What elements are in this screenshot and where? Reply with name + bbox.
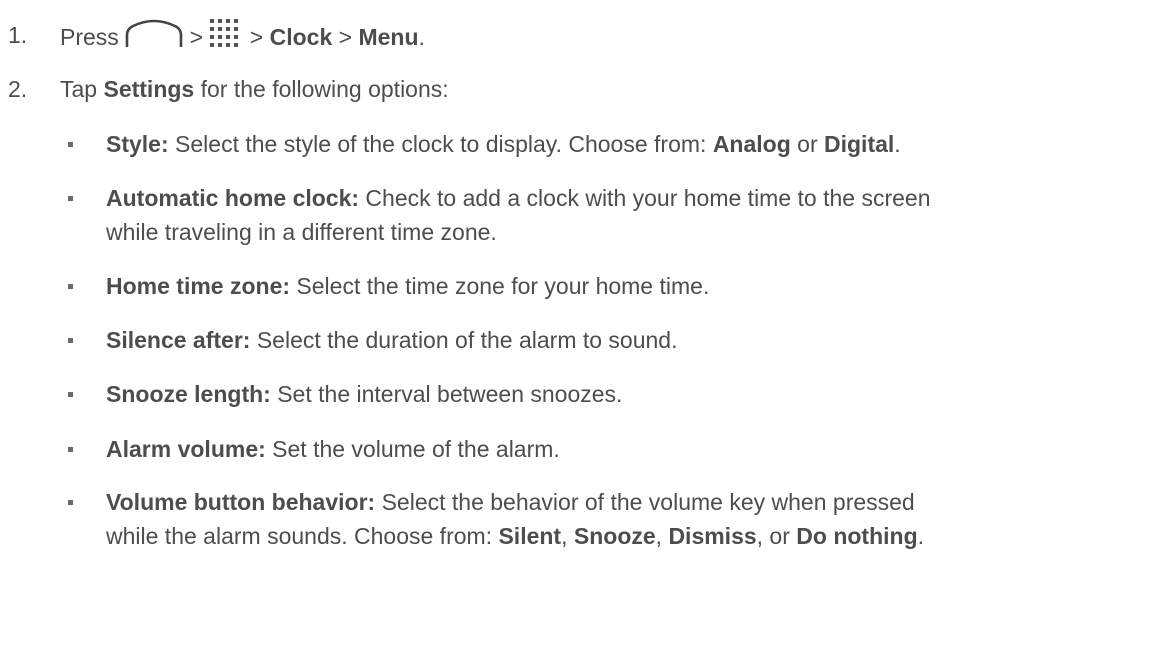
option-term: Volume button behavior: <box>106 489 376 515</box>
tap-word: Tap <box>60 76 98 102</box>
separator: > <box>249 24 264 51</box>
option-desc: Select the duration of the alarm to soun… <box>250 327 678 353</box>
bullet-icon <box>68 392 73 397</box>
bullet-icon <box>68 447 73 452</box>
separator: , <box>655 523 669 549</box>
option-text: Home time zone: Select the time zone for… <box>106 269 1156 303</box>
option-term: Automatic home clock: <box>106 185 360 211</box>
bullet-icon <box>68 500 73 505</box>
document-page: 1. Press > > Clock > Menu. 2. Tap Settin… <box>0 0 1164 651</box>
period: . <box>917 523 925 549</box>
option-desc: Select the behavior of the volume key wh… <box>375 489 915 515</box>
option-term: Home time zone: <box>106 273 291 299</box>
option-desc: Set the interval between snoozes. <box>270 381 623 407</box>
option-desc: Set the volume of the alarm. <box>265 436 560 462</box>
step-number: 2. <box>8 76 28 102</box>
bullet-icon <box>68 338 73 343</box>
home-icon <box>125 18 183 54</box>
menu-label: Menu <box>358 24 419 51</box>
clock-label: Clock <box>269 24 333 51</box>
option-term: Alarm volume: <box>106 436 266 462</box>
option-text: Style: Select the style of the clock to … <box>106 127 1156 161</box>
period: . <box>894 131 901 157</box>
step-text: Press > > Clock > Menu. <box>60 18 425 57</box>
bullet-icon <box>68 196 73 201</box>
period: . <box>418 24 425 51</box>
option-text: Snooze length: Set the interval between … <box>106 377 1156 411</box>
option-text: Volume button behavior: Select the behav… <box>106 485 1156 553</box>
step-text: Tap Settings for the following options: <box>60 75 449 103</box>
apps-grid-icon <box>209 18 243 54</box>
step-rest: for the following options: <box>200 76 449 102</box>
option-text: Alarm volume: Set the volume of the alar… <box>106 432 1156 466</box>
choice-silent: Silent <box>498 523 562 549</box>
option-text: Automatic home clock: Check to add a clo… <box>106 181 1156 249</box>
choice-dismiss: Dismiss <box>668 523 757 549</box>
option-desc: while traveling in a different time zone… <box>106 219 497 245</box>
settings-label: Settings <box>103 76 195 102</box>
step-number: 1. <box>8 22 28 48</box>
option-term: Style: <box>106 131 169 157</box>
separator: , or <box>756 523 797 549</box>
press-word: Press <box>60 24 119 51</box>
separator: > <box>189 24 204 51</box>
option-desc: Select the time zone for your home time. <box>290 273 710 299</box>
separator: , <box>561 523 574 549</box>
option-desc: or <box>790 131 824 157</box>
choice-analog: Analog <box>712 131 791 157</box>
bullet-icon <box>68 284 73 289</box>
option-desc: while the alarm sounds. Choose from: <box>106 523 499 549</box>
bullet-icon <box>68 142 73 147</box>
choice-do-nothing: Do nothing <box>796 523 918 549</box>
option-term: Silence after: <box>106 327 251 353</box>
option-term: Snooze length: <box>106 381 271 407</box>
option-desc: Select the style of the clock to display… <box>168 131 713 157</box>
separator: > <box>338 24 353 51</box>
option-desc: Check to add a clock with your home time… <box>359 185 931 211</box>
option-text: Silence after: Select the duration of th… <box>106 323 1156 357</box>
choice-snooze: Snooze <box>573 523 656 549</box>
choice-digital: Digital <box>824 131 895 157</box>
